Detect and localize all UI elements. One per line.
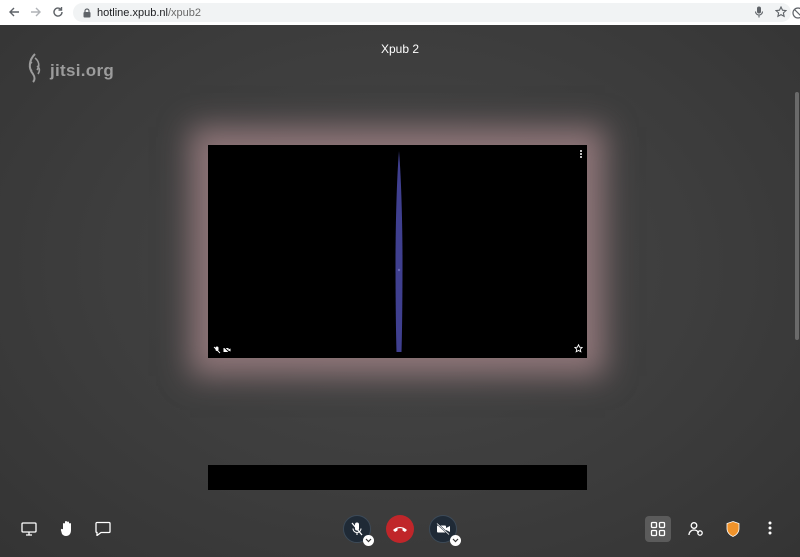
- hangup-button[interactable]: [386, 515, 414, 543]
- chat-icon[interactable]: [95, 520, 111, 536]
- more-vertical-icon[interactable]: [580, 150, 583, 158]
- block-icon[interactable]: [792, 6, 800, 24]
- bookmark-star-icon[interactable]: [773, 4, 789, 20]
- mic-muted-icon: [213, 346, 221, 354]
- jitsi-watermark[interactable]: jitsi.org: [24, 52, 114, 89]
- large-video-tile[interactable]: [208, 145, 587, 358]
- star-icon[interactable]: [573, 343, 584, 355]
- lock-icon: [83, 7, 91, 18]
- scrollbar[interactable]: [795, 92, 799, 340]
- jitsi-logo-icon: [24, 52, 46, 89]
- camera-off-icon: [223, 346, 231, 354]
- meeting-area: jitsi.org Xpub 2: [0, 25, 800, 557]
- camera-off-icon: [435, 523, 450, 535]
- local-video-thumbnail[interactable]: [208, 465, 587, 490]
- tile-status-icons: [213, 346, 231, 354]
- chevron-down-icon[interactable]: [450, 535, 461, 546]
- url-path: /xpub2: [167, 6, 201, 19]
- tile-view-button[interactable]: [645, 516, 671, 542]
- reload-icon[interactable]: [47, 1, 69, 23]
- more-vertical-icon[interactable]: [763, 520, 777, 536]
- tile-view-icon: [650, 521, 666, 537]
- bottom-toolbar: [0, 505, 800, 557]
- security-shield-icon[interactable]: [725, 520, 741, 538]
- hangup-icon: [393, 527, 407, 532]
- back-icon[interactable]: [3, 1, 25, 23]
- room-title: Xpub 2: [380, 42, 420, 56]
- url-host: hotline.xpub.nl: [97, 6, 168, 19]
- raise-hand-icon[interactable]: [59, 519, 75, 537]
- brand-text: jitsi.org: [50, 60, 115, 80]
- browser-toolbar: hotline.xpub.nl/xpub2: [0, 0, 800, 26]
- url-text: hotline.xpub.nl/xpub2: [97, 7, 201, 19]
- screen-share-icon[interactable]: [21, 521, 37, 537]
- address-bar[interactable]: hotline.xpub.nl/xpub2: [73, 3, 791, 22]
- participants-icon[interactable]: [688, 521, 704, 537]
- video-content-shape: [395, 151, 403, 352]
- forward-icon[interactable]: [25, 1, 47, 23]
- microphone-icon[interactable]: [751, 4, 767, 20]
- mic-muted-icon: [351, 522, 363, 536]
- chevron-down-icon[interactable]: [363, 535, 374, 546]
